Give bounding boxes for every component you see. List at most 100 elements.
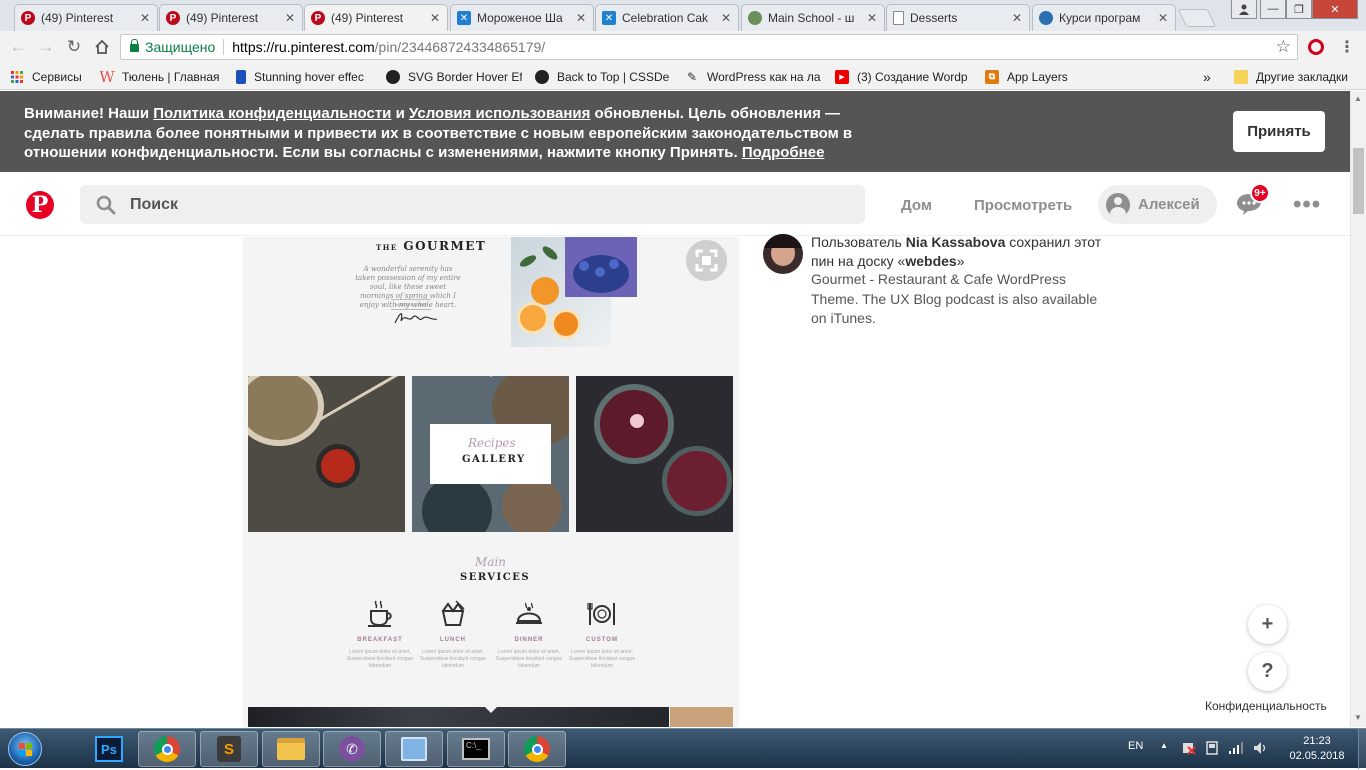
bookmark-item[interactable]: Back to Top | CSSDe (535, 68, 672, 85)
bookmark-item[interactable]: Сервисы (10, 68, 92, 85)
control-panel-icon[interactable] (385, 731, 443, 767)
back-icon[interactable]: ← (7, 36, 29, 58)
service-item: DINNER Lorem ipsum dolor sit amet, Suspe… (491, 595, 567, 670)
browser-tab[interactable]: ✕ Мороженое Ша ✕ (450, 4, 594, 31)
browser-tab-active[interactable]: P (49) Pinterest ✕ (304, 4, 448, 31)
action-center-icon[interactable] (1182, 741, 1196, 758)
bookmark-label: Back to Top | CSSDe (557, 69, 670, 84)
expand-image-icon[interactable] (686, 240, 727, 281)
reload-icon[interactable]: ↻ (63, 36, 85, 58)
close-tab-icon[interactable]: ✕ (139, 11, 151, 25)
bookmark-item[interactable]: Stunning hover effec (236, 68, 377, 85)
user-profile-icon[interactable] (1231, 0, 1257, 19)
volume-icon[interactable] (1253, 741, 1269, 758)
tab-title: Мороженое Ша (477, 11, 563, 25)
avatar (1106, 192, 1130, 217)
help-button[interactable]: ? (1248, 652, 1287, 691)
url-path: /pin/234468724334865179/ (374, 39, 546, 55)
bookmark-label: Тюлень | Главная (122, 69, 220, 84)
bookmark-site-icon (236, 69, 246, 84)
tab-title: Desserts (910, 11, 958, 25)
bookmark-star-icon[interactable]: ☆ (1276, 37, 1291, 57)
browser-tab[interactable]: Main School - ш ✕ (741, 4, 885, 31)
browser-tab[interactable]: P (49) Pinterest ✕ (14, 4, 158, 31)
mock-title: GOURMET (403, 239, 487, 253)
app-layers-icon: ⧉ (985, 69, 999, 84)
more-options-icon[interactable]: ••• (1293, 193, 1321, 217)
close-tab-icon[interactable]: ✕ (429, 11, 441, 25)
scroll-up-icon[interactable]: ▲ (1354, 94, 1362, 103)
close-tab-icon[interactable]: ✕ (575, 11, 587, 25)
board-link[interactable]: webdes (905, 253, 956, 269)
bookmark-item[interactable]: SVG Border Hover Eff (386, 68, 522, 85)
coffee-cup-icon (342, 595, 418, 627)
chrome-icon[interactable] (138, 731, 196, 767)
close-tab-icon[interactable]: ✕ (1157, 11, 1169, 25)
scroll-down-icon[interactable]: ▼ (1354, 713, 1362, 722)
bookmark-item[interactable]: ▶ (3) Создание Wordp (835, 68, 975, 85)
browser-tab[interactable]: Курси програм ✕ (1032, 4, 1176, 31)
home-icon[interactable] (91, 36, 113, 58)
bookmark-label: SVG Border Hover Eff (408, 69, 522, 84)
file-explorer-icon[interactable] (262, 731, 320, 767)
sublime-icon[interactable]: S (200, 731, 258, 767)
browser-tab[interactable]: P (49) Pinterest ✕ (159, 4, 303, 31)
bookmark-item[interactable]: ✎ WordPress как на ла (685, 68, 823, 85)
bookmark-item[interactable]: ⧉ App Layers (985, 68, 1095, 85)
privacy-link[interactable]: Конфиденциальность (1205, 699, 1327, 713)
tray-expand-icon[interactable]: ▲ (1160, 741, 1168, 750)
globe-icon (748, 11, 762, 25)
privacy-policy-link[interactable]: Политика конфиденциальности (153, 105, 391, 122)
address-bar[interactable]: Защищено https://ru.pinterest.com/pin/23… (120, 34, 1298, 60)
browser-toolbar: ← → ↻ Защищено https://ru.pinterest.com /… (0, 31, 1366, 63)
bookmark-item[interactable]: W Тюлень | Главная (100, 68, 228, 85)
pinterest-logo-icon[interactable]: P (26, 191, 54, 219)
chrome-icon[interactable] (508, 731, 566, 767)
show-desktop-button[interactable] (1358, 729, 1366, 769)
add-pin-button[interactable]: + (1248, 605, 1287, 644)
cmd-icon[interactable]: C:\_ (447, 731, 505, 767)
viber-icon[interactable]: ✆ (323, 731, 381, 767)
windows-logo-icon (19, 743, 32, 756)
close-tab-icon[interactable]: ✕ (720, 11, 732, 25)
bookmarks-bar: Сервисы W Тюлень | Главная Stunning hove… (0, 63, 1366, 90)
browser-tab[interactable]: Desserts ✕ (886, 4, 1030, 31)
globe-icon (1039, 11, 1053, 25)
language-indicator[interactable]: EN (1128, 740, 1143, 752)
tab-title: (49) Pinterest (41, 11, 114, 25)
close-tab-icon[interactable]: ✕ (866, 11, 878, 25)
terms-link[interactable]: Условия использования (409, 105, 590, 122)
nav-explore[interactable]: Просмотреть (974, 197, 1072, 214)
close-tab-icon[interactable]: ✕ (1011, 11, 1023, 25)
saver-name-link[interactable]: Nia Kassabova (906, 234, 1006, 250)
saver-avatar[interactable] (763, 234, 803, 274)
service-item: BREAKFAST Lorem ipsum dolor sit amet, Su… (342, 595, 418, 670)
opera-extension-icon[interactable] (1305, 36, 1327, 58)
network-signal-icon[interactable] (1228, 741, 1244, 758)
user-profile-button[interactable]: Алексей (1098, 185, 1217, 224)
other-bookmarks-folder[interactable]: Другие закладки (1234, 68, 1362, 85)
vertical-scrollbar[interactable]: ▲ ▼ (1350, 91, 1366, 727)
close-tab-icon[interactable]: ✕ (284, 11, 296, 25)
forward-icon[interactable]: → (35, 36, 57, 58)
youtube-icon: ▶ (835, 69, 849, 84)
browser-tab[interactable]: ✕ Celebration Cak ✕ (595, 4, 739, 31)
x-app-icon: ✕ (602, 11, 616, 25)
system-clock[interactable]: 21:23 02.05.2018 (1280, 734, 1354, 764)
pin-image[interactable]: THE GOURMET A wonderful serenity has tak… (243, 237, 739, 727)
bookmarks-overflow-button[interactable]: » (1203, 68, 1211, 85)
maximize-button[interactable]: ❐ (1286, 0, 1312, 19)
close-window-button[interactable]: ✕ (1312, 0, 1358, 19)
pinterest-icon: P (166, 11, 180, 25)
start-button[interactable] (8, 732, 42, 766)
menu-icon[interactable]: ⋮ (1336, 36, 1358, 58)
new-tab-button[interactable] (1177, 9, 1217, 27)
accept-button[interactable]: Принять (1233, 111, 1325, 152)
photoshop-icon[interactable]: Ps (80, 731, 138, 767)
scrollbar-thumb[interactable] (1353, 148, 1364, 214)
more-info-link[interactable]: Подробнее (742, 144, 825, 161)
minimize-button[interactable]: — (1260, 0, 1286, 19)
nav-home[interactable]: Дом (901, 197, 932, 214)
search-input[interactable]: Поиск (80, 185, 865, 224)
device-icon[interactable] (1205, 741, 1219, 758)
